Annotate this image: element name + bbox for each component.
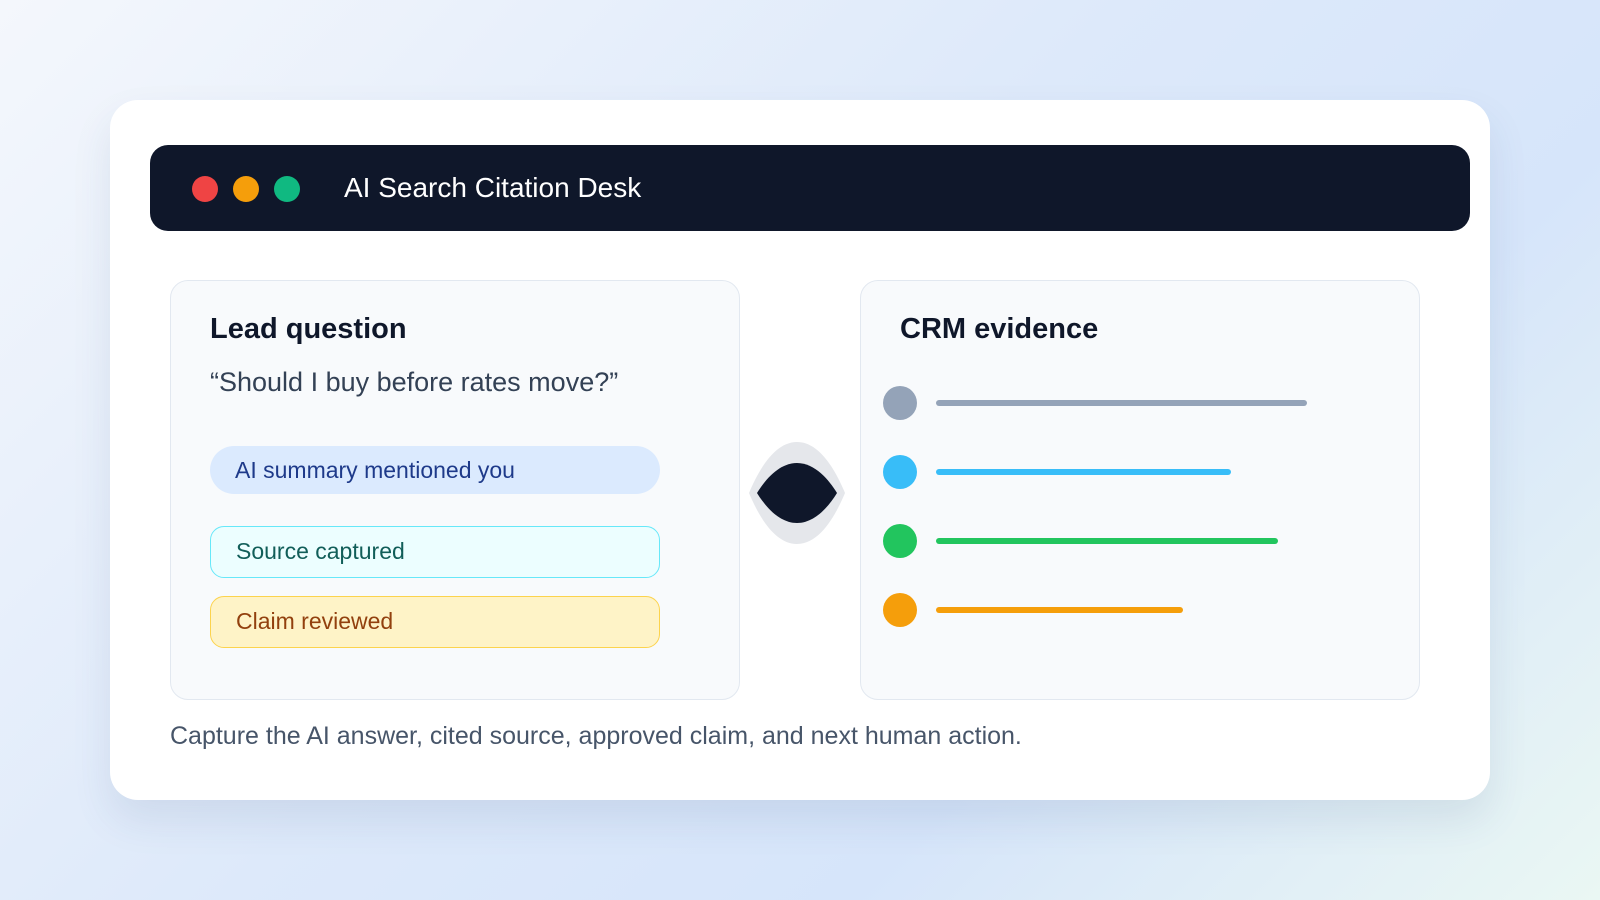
maximize-window-button[interactable] [274, 176, 300, 202]
crm-evidence-row [861, 385, 1421, 421]
evidence-status-dot [883, 524, 917, 558]
close-window-button[interactable] [192, 176, 218, 202]
status-claim-reviewed[interactable]: Claim reviewed [210, 596, 660, 648]
status-source-captured[interactable]: Source captured [210, 526, 660, 578]
crm-evidence-row [861, 592, 1421, 628]
footer-caption: Capture the AI answer, cited source, app… [170, 722, 1022, 750]
status-ai-summary[interactable]: AI summary mentioned you [210, 446, 660, 494]
evidence-status-dot [883, 593, 917, 627]
evidence-progress-bar [936, 469, 1231, 475]
lead-question-text: “Should I buy before rates move?” [210, 367, 619, 397]
eye-icon [749, 442, 845, 544]
crm-evidence-panel: CRM evidence [860, 280, 1420, 700]
evidence-progress-bar [936, 538, 1278, 544]
crm-evidence-row [861, 523, 1421, 559]
crm-evidence-row [861, 454, 1421, 490]
evidence-progress-bar [936, 400, 1307, 406]
lead-panel-title: Lead question [210, 313, 407, 345]
window-titlebar: AI Search Citation Desk [150, 145, 1470, 231]
lead-question-panel: Lead question “Should I buy before rates… [170, 280, 740, 700]
evidence-status-dot [883, 386, 917, 420]
minimize-window-button[interactable] [233, 176, 259, 202]
evidence-status-dot [883, 455, 917, 489]
evidence-progress-bar [936, 607, 1183, 613]
main-card: AI Search Citation Desk Lead question “S… [110, 100, 1490, 800]
crm-panel-title: CRM evidence [900, 313, 1099, 345]
window-title: AI Search Citation Desk [344, 172, 642, 203]
